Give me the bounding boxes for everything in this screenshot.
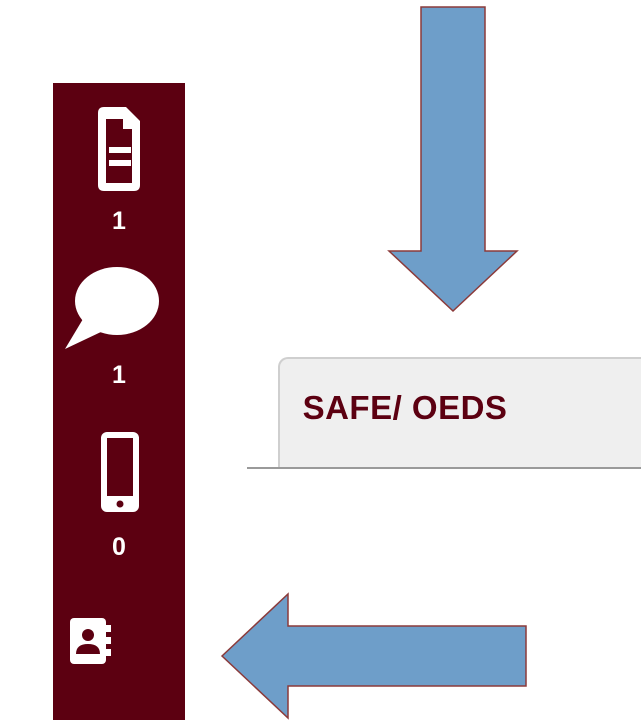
left-arrow-icon [220,592,527,720]
sidebar: 1 1 0 [53,83,185,720]
sidebar-item-sms[interactable]: 0 [53,430,185,560]
contact-book-icon [70,618,111,664]
tab-safe-oeds-label: SAFE/ OEDS [302,389,508,426]
tab-safe-oeds[interactable]: SAFE/ OEDS [278,357,641,468]
chat-bubble-icon [65,267,159,349]
document-icon [98,107,140,191]
sidebar-item-messages[interactable]: 1 [53,258,185,388]
sidebar-item-documents[interactable]: 1 [53,105,185,235]
documents-count: 1 [112,207,126,235]
down-arrow-icon [387,6,519,313]
tab-bar-divider [247,467,641,469]
mobile-phone-icon [101,432,139,512]
sms-count: 0 [112,533,126,561]
messages-count: 1 [112,361,126,389]
sidebar-item-contacts[interactable] [53,614,185,694]
